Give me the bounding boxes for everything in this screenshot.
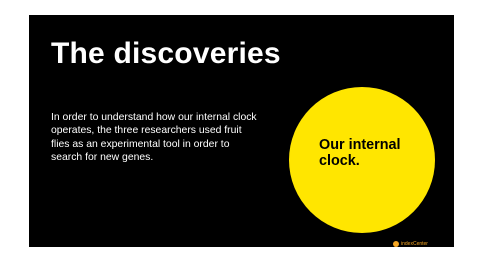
slide-body-text: In order to understand how our internal …: [51, 111, 291, 165]
circle-caption-line: clock.: [319, 153, 360, 169]
body-line: operates, the three researchers used fru…: [51, 125, 242, 137]
screenshot-frame: The discoveries In order to understand h…: [0, 0, 481, 262]
body-line: In order to understand how our internal …: [51, 112, 257, 123]
circle-logo-icon: [393, 241, 399, 247]
circle-caption: Our internal clock.: [319, 137, 401, 169]
body-line: search for new genes.: [51, 152, 154, 164]
presentation-slide: The discoveries In order to understand h…: [29, 15, 454, 247]
slide-title: The discoveries: [51, 37, 281, 70]
body-line: flies as an experimental tool in order t…: [51, 138, 230, 150]
brand-text: indexCenter: [401, 240, 428, 247]
brand-watermark: indexCenter: [393, 241, 428, 247]
yellow-circle: Our internal clock.: [289, 87, 435, 233]
circle-caption-line: Our internal: [319, 137, 401, 153]
